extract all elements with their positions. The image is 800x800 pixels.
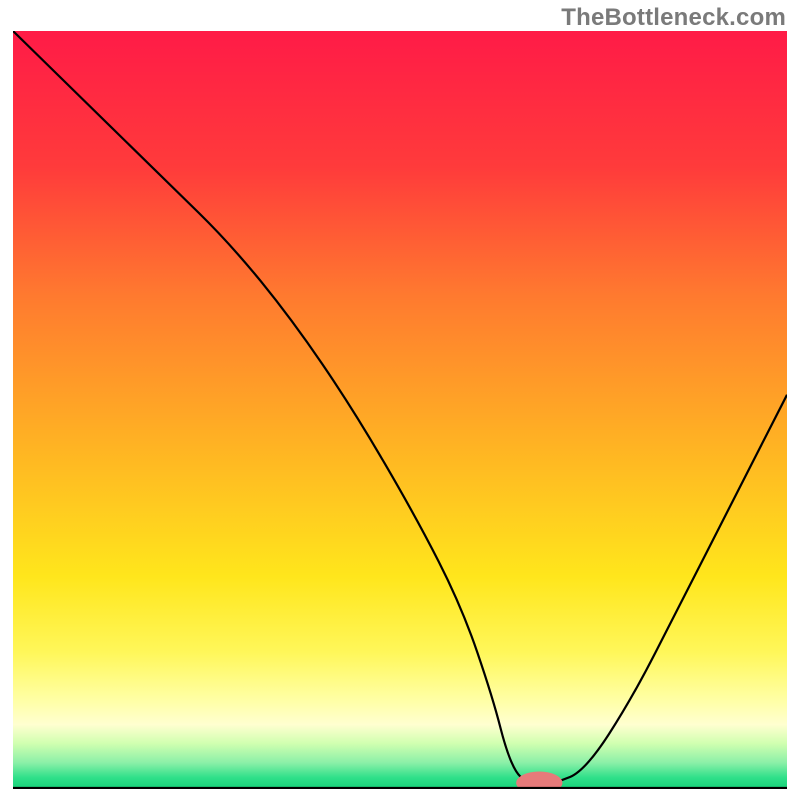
plot-area <box>13 31 787 789</box>
chart-stage: TheBottleneck.com <box>0 0 800 800</box>
chart-svg <box>13 31 787 789</box>
watermark-text: TheBottleneck.com <box>561 4 786 32</box>
